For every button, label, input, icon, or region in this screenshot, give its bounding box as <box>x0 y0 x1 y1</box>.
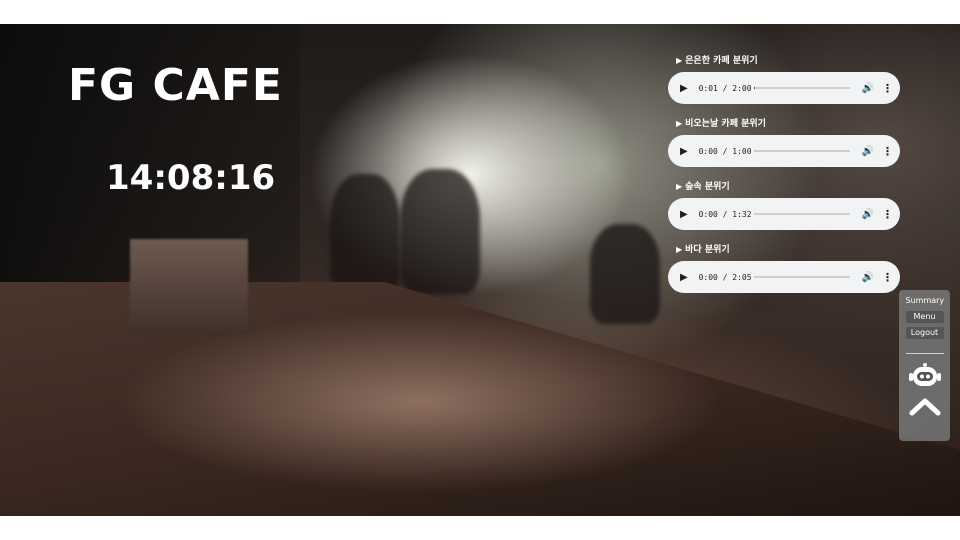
track-title: 은은한 카페 분위기 <box>685 56 758 66</box>
play-icon[interactable]: ▶ <box>680 272 691 283</box>
track-title: 바다 분위기 <box>685 245 730 255</box>
track-item: ▶ 은은한 카페 분위기 ▶ 0:01 / 2:00 🔊 ⋮ <box>668 53 902 116</box>
menu-button[interactable]: Menu <box>905 311 944 323</box>
more-options-icon[interactable]: ⋮ <box>882 82 893 95</box>
track-title: 숲속 분위기 <box>685 182 730 192</box>
track-time: 0:00 / 2:05 <box>698 272 752 282</box>
more-options-icon[interactable]: ⋮ <box>882 271 893 284</box>
triangle-icon: ▶ <box>676 56 683 65</box>
audio-player: ▶ 0:00 / 1:00 🔊 ⋮ <box>668 135 900 167</box>
summary-button[interactable]: Summary <box>906 295 945 307</box>
audio-player: ▶ 0:00 / 1:32 🔊 ⋮ <box>668 198 900 230</box>
person-silhouette <box>590 224 660 324</box>
napkin-holder <box>130 239 248 334</box>
play-icon[interactable]: ▶ <box>680 83 691 94</box>
seek-bar[interactable] <box>753 87 850 89</box>
track-title: 비오는날 카페 분위기 <box>685 119 766 129</box>
person-silhouette <box>400 169 480 294</box>
seek-progress <box>753 87 755 89</box>
chatbot-icon[interactable] <box>908 362 942 390</box>
track-time: 0:00 / 1:00 <box>698 146 752 156</box>
audio-player: ▶ 0:00 / 2:05 🔊 ⋮ <box>668 261 900 293</box>
chevron-up-icon[interactable] <box>909 396 941 416</box>
triangle-icon: ▶ <box>676 245 683 254</box>
track-item: ▶ 비오는날 카페 분위기 ▶ 0:00 / 1:00 🔊 ⋮ <box>668 116 902 179</box>
play-icon[interactable]: ▶ <box>680 209 691 220</box>
volume-icon[interactable]: 🔊 <box>862 272 874 283</box>
clock-display: 14:08:16 <box>106 158 276 198</box>
track-time: 0:00 / 1:32 <box>698 209 752 219</box>
panel-divider <box>905 353 944 354</box>
track-item: ▶ 바다 분위기 ▶ 0:00 / 2:05 🔊 ⋮ <box>668 242 902 305</box>
triangle-icon: ▶ <box>676 119 683 128</box>
audio-player: ▶ 0:01 / 2:00 🔊 ⋮ <box>668 72 900 104</box>
play-icon[interactable]: ▶ <box>680 146 691 157</box>
volume-icon[interactable]: 🔊 <box>862 146 874 157</box>
side-panel: Summary Menu Logout <box>899 290 950 441</box>
more-options-icon[interactable]: ⋮ <box>882 145 893 158</box>
track-item: ▶ 숲속 분위기 ▶ 0:00 / 1:32 🔊 ⋮ <box>668 179 902 242</box>
seek-bar[interactable] <box>753 150 850 152</box>
seek-bar[interactable] <box>753 276 850 278</box>
cafe-title: FG CAFE <box>68 60 283 111</box>
volume-icon[interactable]: 🔊 <box>862 209 874 220</box>
logout-button[interactable]: Logout <box>905 327 944 339</box>
person-silhouette <box>330 174 400 294</box>
more-options-icon[interactable]: ⋮ <box>882 208 893 221</box>
seek-bar[interactable] <box>753 213 850 215</box>
ambience-track-list: ▶ 은은한 카페 분위기 ▶ 0:01 / 2:00 🔊 ⋮ ▶ 비오는날 카페 분… <box>668 53 902 305</box>
triangle-icon: ▶ <box>676 182 683 191</box>
track-time: 0:01 / 2:00 <box>698 83 752 93</box>
volume-icon[interactable]: 🔊 <box>862 83 874 94</box>
